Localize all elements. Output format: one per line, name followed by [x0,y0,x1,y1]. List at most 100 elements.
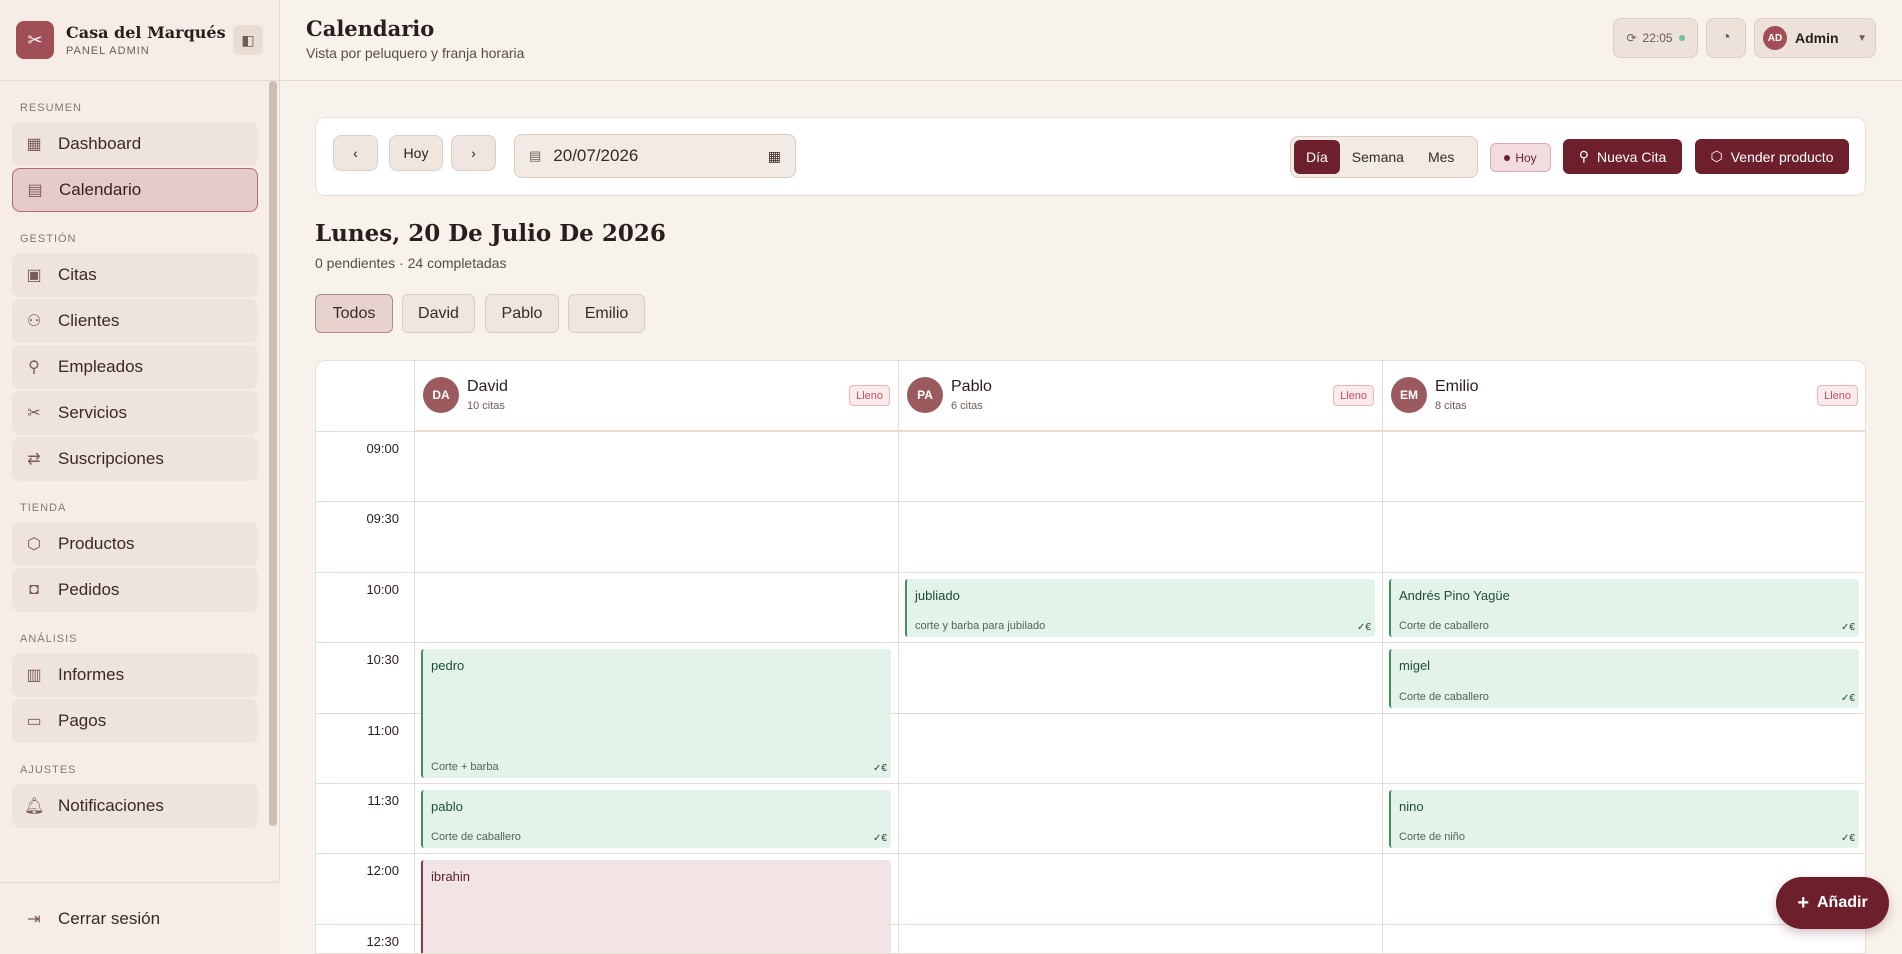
sidebar-item-servicios[interactable]: ✂ Servicios [12,391,258,435]
sell-product-label: Vender producto [1730,148,1834,165]
sidebar-item-suscripciones[interactable]: ⇄ Suscripciones [12,437,258,481]
bell-icon: 🔔︎ [24,798,45,815]
today-badge-label: Hoy [1515,150,1537,165]
appointment-card[interactable]: ibrahin [421,860,891,953]
sidebar-item-label: Empleados [58,357,144,376]
scrollbar-thumb[interactable] [269,81,277,826]
today-button[interactable]: Hoy [389,135,443,171]
appointment-client: jubliado [915,587,960,603]
scissors-logo-icon: ✂ [16,21,54,59]
clipboard-icon: ▣ [26,267,42,284]
sidebar-item-informes[interactable]: ▥ Informes [12,653,258,697]
sidebar-item-label: Clientes [58,311,120,330]
sidebar-item-label: Dashboard [58,134,142,153]
view-week-tab[interactable]: Semana [1340,140,1416,174]
package-icon: ⬡ [27,536,41,553]
time-slot-label: 12:00 [366,863,399,879]
employee-name: Pablo [951,378,992,395]
page-title: Calendario [306,16,435,41]
brand-header: ✂ Casa del Marqués PANEL ADMIN ◧ [0,0,279,81]
appointment-count: 8 citas [1435,400,1467,412]
sidebar-collapse-icon[interactable]: ◧ [233,25,263,55]
appointment-client: ibrahin [431,869,471,885]
sidebar-item-citas[interactable]: ▣ Citas [12,253,258,297]
view-day-tab[interactable]: Día [1294,140,1340,174]
grid-row-line [316,642,1865,644]
appointment-service: Corte de caballero [431,831,521,844]
view-month-tab[interactable]: Mes [1416,140,1466,174]
sell-product-button[interactable]: ⬡ Vender producto [1695,139,1849,174]
status-badge: Lleno [849,385,890,406]
sidebar-item-pagos[interactable]: ▭ Pagos [12,699,258,743]
refresh-icon: ⟳ [1626,31,1637,45]
sidebar-scrollbar[interactable] [269,81,277,826]
nav-section-title: AJUSTES [20,764,77,776]
logout-button[interactable]: ⇥ Cerrar sesión [0,882,280,954]
appointment-client: pablo [431,799,463,814]
avatar: EM [1391,377,1427,413]
paid-check-icon: ✓€ [1841,622,1855,634]
grid-row-line [316,853,1865,855]
grid-column-line [898,361,899,953]
grid-row-line [316,501,1865,503]
sidebar-item-clientes[interactable]: ⚇ Clientes [12,299,258,343]
date-picker-field[interactable]: ▤ 20/07/2026 ▦ [514,134,796,178]
time-slot-label: 10:30 [366,652,399,668]
chevron-down-icon: ▼ [1857,32,1867,44]
appointment-card[interactable]: pedro Corte + barba ✓€ [421,649,891,778]
grid-column-line [414,361,415,953]
paid-check-icon: ✓€ [873,762,887,774]
employee-column-header[interactable]: EM Emilio 8 citas Lleno [1382,361,1865,431]
appointment-service: Corte de caballero [1399,620,1489,633]
appointment-count: 10 citas [467,400,505,412]
filter-todos[interactable]: Todos [315,294,393,333]
employee-name: Emilio [1435,378,1479,395]
next-day-button[interactable]: › [451,135,496,171]
day-calendar-grid: 09:00 09:30 10:00 10:30 11:00 11:30 12:00 12:30… [315,360,1866,954]
sidebar-item-label: Citas [58,265,97,284]
calendar-picker-icon[interactable]: ▦ [768,148,781,165]
appointment-card[interactable]: pablo Corte de caballero ✓€ [421,790,891,849]
sidebar-item-pedidos[interactable]: ◘ Pedidos [12,568,258,612]
sidebar-item-label: Informes [58,665,125,684]
sidebar-item-dashboard[interactable]: ▦ Dashboard [12,122,258,166]
calendar-icon: ▤ [529,148,542,163]
top-header: Calendario Vista por peluquero y franja … [281,0,1902,81]
sidebar-item-notificaciones[interactable]: 🔔︎ Notificaciones [12,784,258,828]
credit-card-icon: ▭ [26,713,42,730]
paid-check-icon: ✓€ [1841,692,1855,704]
header-divider [316,431,1865,432]
filter-pablo[interactable]: Pablo [485,294,559,333]
appointment-card[interactable]: nino Corte de niño ✓€ [1389,790,1859,849]
logout-label: Cerrar sesión [58,908,161,928]
paid-check-icon: ✓€ [1357,622,1371,634]
user-menu[interactable]: AD Admin ▼ [1754,18,1876,58]
previous-day-button[interactable]: ‹ [333,135,378,171]
appointment-card[interactable]: migel Corte de caballero ✓€ [1389,649,1859,708]
filter-david[interactable]: David [402,294,475,333]
avatar: DA [423,377,459,413]
filter-emilio[interactable]: Emilio [568,294,645,333]
status-badge: Lleno [1817,385,1858,406]
today-badge[interactable]: Hoy [1490,143,1551,172]
new-appointment-button[interactable]: ⚲ Nueva Cita [1563,139,1682,174]
sidebar-item-label: Servicios [58,403,127,422]
appointment-card[interactable]: Andrés Pino Yagüe Corte de caballero ✓€ [1389,578,1859,638]
status-badge: Lleno [1333,385,1374,406]
time-slot-label: 09:00 [366,441,399,456]
grid-row-line [316,783,1865,784]
sidebar-item-calendario[interactable]: ▤ Calendario [12,168,258,212]
sidebar-item-empleados[interactable]: ⚲ Empleados [12,345,258,389]
avatar: PA [907,377,943,413]
page-subtitle: Vista por peluquero y franja horaria [306,45,525,61]
appointment-card[interactable]: jubliado corte y barba para jubilado ✓€ [905,578,1375,638]
employee-column-header[interactable]: PA Pablo 6 citas Lleno [898,361,1382,431]
employee-name: David [467,378,508,395]
employee-column-header[interactable]: DA David 10 citas Lleno [414,361,898,431]
palette-icon[interactable]: ◔ [1706,18,1746,58]
add-button[interactable]: + Añadir [1776,877,1889,929]
day-summary: 0 pendientes · 24 completadas [315,255,507,271]
avatar: AD [1763,26,1787,50]
sidebar-item-productos[interactable]: ⬡ Productos [12,522,258,566]
sync-status-button[interactable]: ⟳ 22:05 [1613,18,1698,58]
